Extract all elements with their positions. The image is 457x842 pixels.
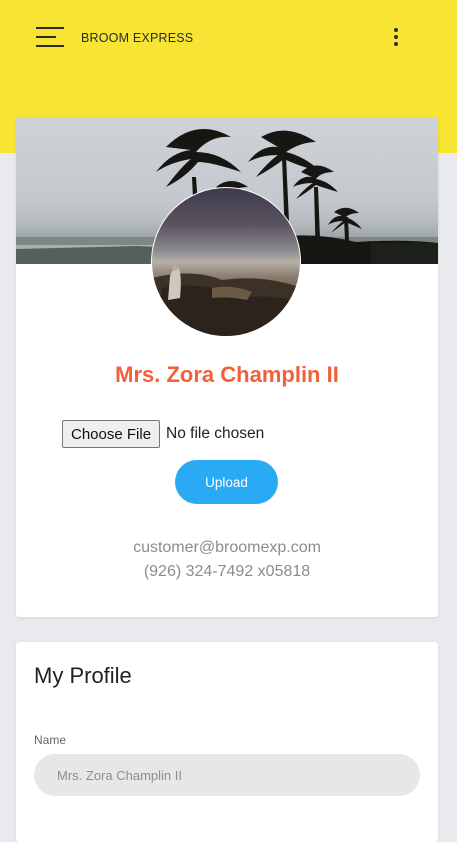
file-picker: Choose File No file chosen — [62, 419, 264, 449]
section-title: My Profile — [34, 663, 132, 688]
profile-email: customer@broomexp.com — [133, 539, 321, 556]
file-status: No file chosen — [166, 425, 265, 442]
profile-name: Mrs. Zora Champlin II — [115, 362, 339, 387]
profile-card: Mrs. Zora Champlin II Choose File No fil… — [16, 117, 438, 617]
choose-file-button[interactable]: Choose File — [62, 420, 161, 448]
name-input[interactable] — [34, 754, 420, 796]
more-vertical-icon[interactable] — [390, 27, 402, 49]
avatar-photo — [152, 265, 300, 336]
upload-button[interactable]: Upload — [175, 460, 278, 504]
app-title: BROOM EXPRESS — [81, 31, 194, 45]
avatar[interactable] — [151, 187, 301, 337]
name-label: Name — [34, 733, 67, 747]
hamburger-menu-icon[interactable] — [36, 27, 64, 49]
profile-phone: (926) 324-7492 x05818 — [143, 563, 311, 580]
my-profile-card: My Profile Name — [16, 642, 438, 842]
